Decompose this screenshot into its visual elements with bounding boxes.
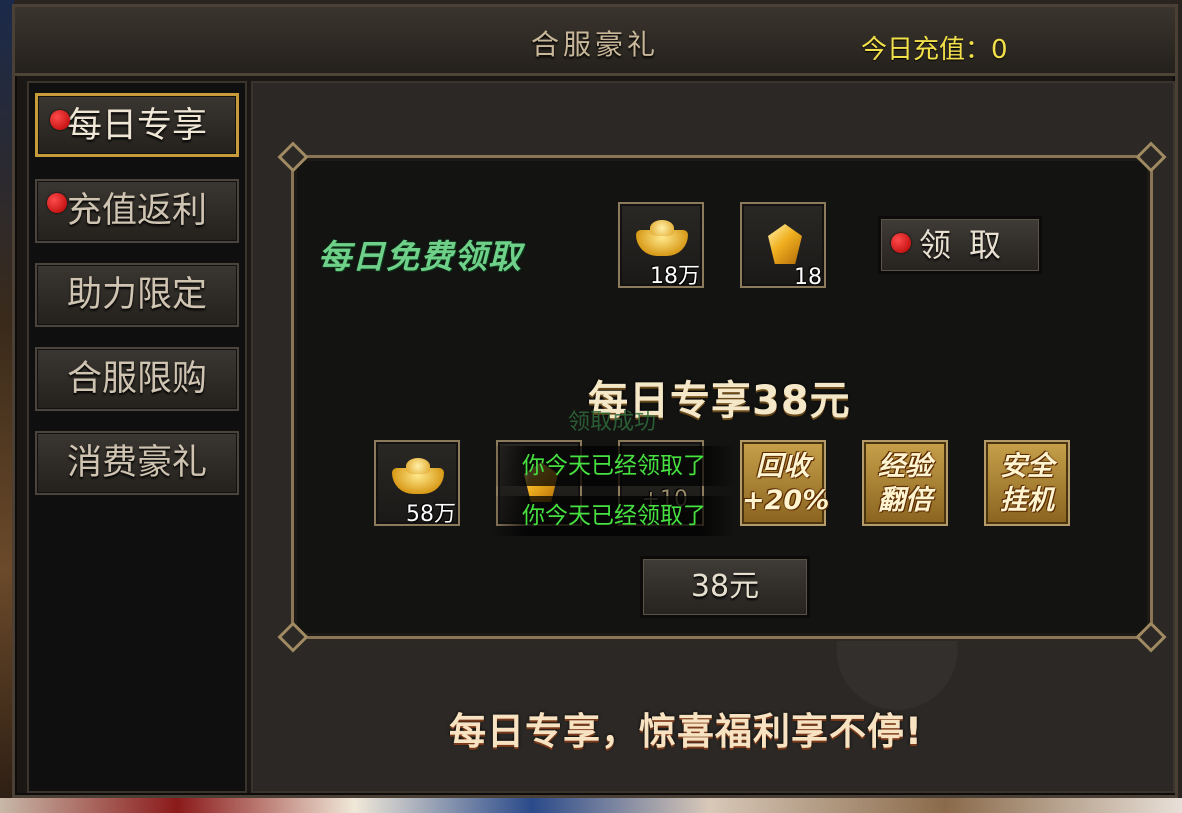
claim-button-label: 领取 — [918, 226, 1019, 264]
reward-slot-gold-crystal[interactable]: 18 — [740, 202, 826, 290]
bonus-label: 安全 挂机 — [986, 450, 1068, 518]
bonus-label: 经验 翻倍 — [864, 450, 946, 518]
bonus-recycle[interactable]: 回收 +20% — [740, 440, 830, 526]
tab-daily-exclusive[interactable]: 每日专享 — [35, 93, 239, 157]
footer-slogan: 每日专享，惊喜福利享不停! — [449, 710, 923, 753]
tab-label: 消费豪礼 — [66, 443, 207, 483]
bonus-safe-afk[interactable]: 安全 挂机 — [984, 440, 1070, 526]
tab-label: 合服限购 — [66, 359, 207, 399]
panel-corner-ornament — [277, 621, 309, 653]
panel-corner-ornament — [277, 141, 309, 173]
main-content: 每日免费领取 18万 18 领取 每日专享38元 领取成功 58万 回收 +20… — [251, 81, 1175, 793]
panel-corner-ornament — [1135, 621, 1167, 653]
bonus-label-line: 经验 — [878, 451, 932, 482]
bonus-label-line: 回收 — [756, 451, 810, 482]
today-recharge-label: 今日充值：0 — [861, 35, 1008, 65]
already-claimed-notice: 你今天已经领取了 — [492, 496, 736, 536]
item-quantity: 18万 — [650, 264, 700, 289]
reward-panel: 每日免费领取 18万 18 领取 每日专享38元 领取成功 58万 回收 +20… — [277, 141, 1167, 653]
panel-corner-ornament — [1135, 141, 1167, 173]
bonus-label-line: 安全 — [1000, 451, 1054, 482]
tab-label: 助力限定 — [66, 275, 207, 315]
bonus-double-exp[interactable]: 经验 翻倍 — [862, 440, 948, 526]
gold-ingot-icon — [636, 220, 688, 256]
game-hud-strip — [0, 798, 1182, 813]
buy-price-button[interactable]: 38元 — [640, 556, 810, 618]
tab-merge-limited-buy[interactable]: 合服限购 — [35, 347, 239, 411]
sidebar: 每日专享 充值返利 助力限定 合服限购 消费豪礼 — [27, 81, 247, 793]
item-quantity: 18 — [794, 265, 822, 290]
title-bar: 合服豪礼 今日充值：0 — [15, 7, 1175, 76]
gold-crystal-icon — [768, 224, 802, 264]
tab-spending-gift[interactable]: 消费豪礼 — [35, 431, 239, 495]
claim-success-faded-notice: 领取成功 — [568, 410, 657, 435]
notification-dot-icon — [47, 193, 67, 213]
window-title: 合服豪礼 — [530, 28, 659, 61]
item-quantity: 58万 — [406, 502, 456, 527]
notification-dot-icon — [50, 110, 70, 130]
tab-label: 充值返利 — [66, 191, 207, 231]
merge-server-gift-window: 合服豪礼 今日充值：0 每日专享 充值返利 助力限定 合服限购 消费豪礼 每日免… — [12, 4, 1178, 798]
bonus-label-line: 挂机 — [1000, 485, 1054, 516]
pack-slot-gold-ingot[interactable]: 58万 — [374, 440, 460, 527]
tab-label: 每日专享 — [66, 106, 207, 146]
tab-assist-limited[interactable]: 助力限定 — [35, 263, 239, 327]
price-label: 38元 — [690, 569, 760, 604]
tab-recharge-rebate[interactable]: 充值返利 — [35, 179, 239, 243]
bonus-label-line: 翻倍 — [878, 485, 932, 516]
bonus-label: 回收 +20% — [742, 450, 830, 518]
bonus-label-line: +20% — [742, 485, 830, 516]
reward-slot-gold-ingot[interactable]: 18万 — [618, 202, 704, 289]
gold-ingot-icon — [392, 458, 444, 494]
daily-free-claim-label: 每日免费领取 — [318, 237, 522, 276]
already-claimed-notice: 你今天已经领取了 — [492, 446, 736, 486]
claim-button[interactable]: 领取 — [878, 216, 1042, 274]
notification-dot-icon — [891, 233, 911, 253]
